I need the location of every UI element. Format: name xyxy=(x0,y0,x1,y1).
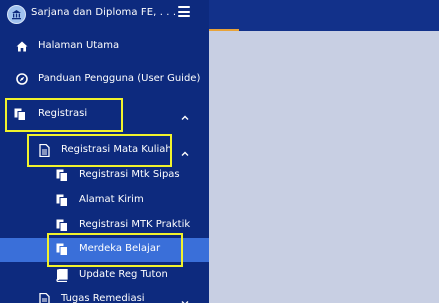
sidebar-item-label: Registrasi Mtk Sipas xyxy=(79,169,180,180)
chevron-down-icon xyxy=(180,293,190,303)
compass-icon xyxy=(15,72,29,86)
sidebar-item-label: Halaman Utama xyxy=(38,40,120,51)
sidebar-item-label: Panduan Pengguna (User Guide) xyxy=(38,73,201,84)
sidebar-item-update-reg-tuton[interactable]: Update Reg Tuton xyxy=(0,264,209,288)
sidebar: Sarjana dan Diploma FE, . . . Halaman Ut… xyxy=(0,0,209,303)
sidebar-item-label: Alamat Kirim xyxy=(79,194,144,205)
documents-icon xyxy=(55,168,69,182)
sidebar-item-label: Registrasi Mata Kuliah xyxy=(61,144,172,155)
sidebar-item-label: Merdeka Belajar xyxy=(79,243,161,254)
chevron-up-icon xyxy=(180,144,190,156)
documents-icon xyxy=(55,218,69,232)
main-content xyxy=(209,31,439,303)
documents-icon xyxy=(55,242,69,256)
university-logo-icon xyxy=(7,5,26,24)
sidebar-item-registrasi-mtk-sipas[interactable]: Registrasi Mtk Sipas xyxy=(0,164,209,188)
document-icon xyxy=(37,292,51,303)
sidebar-item-registrasi-mata-kuliah[interactable]: Registrasi Mata Kuliah xyxy=(0,139,209,163)
brand-title: Sarjana dan Diploma FE, . . . xyxy=(31,7,177,18)
sidebar-item-label: Tugas Remediasi xyxy=(61,293,145,303)
sidebar-item-alamat-kirim[interactable]: Alamat Kirim xyxy=(0,189,209,213)
document-icon xyxy=(37,143,51,157)
sidebar-item-label: Update Reg Tuton xyxy=(79,269,168,280)
documents-icon xyxy=(13,107,27,121)
sidebar-item-user-guide[interactable]: Panduan Pengguna (User Guide) xyxy=(0,68,209,92)
sidebar-item-tugas-remediasi[interactable]: Tugas Remediasi xyxy=(0,288,209,303)
sidebar-item-registrasi[interactable]: Registrasi xyxy=(0,103,209,127)
sidebar-item-label: Registrasi xyxy=(38,108,88,119)
book-icon xyxy=(55,268,69,282)
menu-toggle-icon[interactable] xyxy=(178,6,190,17)
top-bar xyxy=(209,0,439,31)
sidebar-item-label: Registrasi MTK Praktik xyxy=(79,219,191,230)
documents-icon xyxy=(55,193,69,207)
home-icon xyxy=(15,39,29,53)
sidebar-item-merdeka-belajar[interactable]: Merdeka Belajar xyxy=(0,238,209,262)
sidebar-item-home[interactable]: Halaman Utama xyxy=(0,35,209,59)
chevron-up-icon xyxy=(180,108,190,120)
sidebar-item-registrasi-mtk-praktik[interactable]: Registrasi MTK Praktik xyxy=(0,214,209,238)
